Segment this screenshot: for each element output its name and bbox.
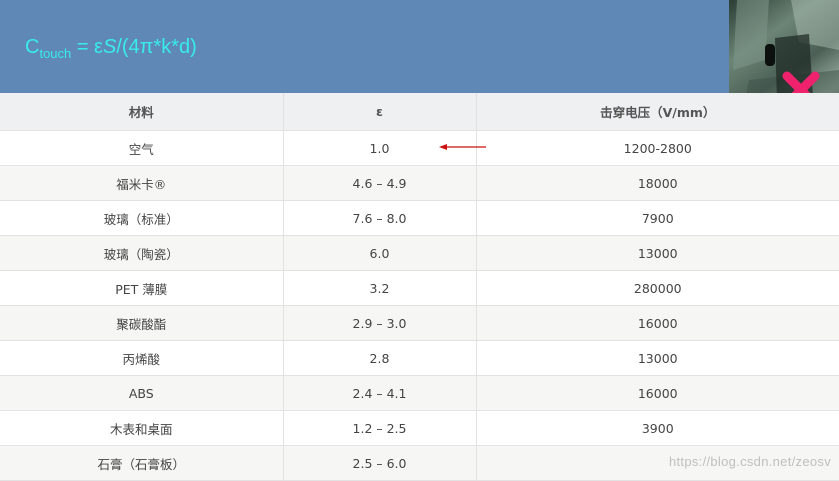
cell-material: 空气 <box>0 130 283 166</box>
table-row: ABS 2.4 – 4.1 16000 <box>0 375 839 411</box>
annotation-arrow-icon <box>439 144 486 150</box>
cell-epsilon: 2.8 <box>282 340 476 376</box>
cell-material: 石膏（石膏板） <box>0 445 283 481</box>
cell-breakdown: 3900 <box>475 410 839 446</box>
cell-breakdown: 18000 <box>475 165 839 201</box>
dielectric-table: 材料 ε 击穿电压（V/mm） 空气 1.0 1200-2800 福米卡® 4.… <box>0 93 839 481</box>
cell-epsilon: 7.6 – 8.0 <box>282 200 476 236</box>
capacitance-formula: Ctouch = εS/(4π*k*d) <box>25 34 197 60</box>
cell-epsilon: 1.2 – 2.5 <box>282 410 476 446</box>
cell-epsilon: 2.4 – 4.1 <box>282 375 476 411</box>
cell-breakdown: 7900 <box>475 200 839 236</box>
cell-breakdown: 1200-2800 <box>475 130 839 166</box>
table-row: 丙烯酸 2.8 13000 <box>0 340 839 376</box>
formula-subscript: touch <box>39 46 72 61</box>
cell-epsilon: 6.0 <box>282 235 476 271</box>
table-header-row: 材料 ε 击穿电压（V/mm） <box>0 93 839 131</box>
cell-material: 玻璃（陶瓷） <box>0 235 283 271</box>
cell-breakdown: 13000 <box>475 340 839 376</box>
cell-breakdown: 16000 <box>475 305 839 341</box>
table-row: 玻璃（陶瓷） 6.0 13000 <box>0 235 839 271</box>
cell-breakdown: 280000 <box>475 270 839 306</box>
cell-epsilon: 2.5 – 6.0 <box>282 445 476 481</box>
cell-material: 玻璃（标准） <box>0 200 283 236</box>
col-header-material: 材料 <box>0 93 283 131</box>
table-row: 木表和桌面 1.2 – 2.5 3900 <box>0 410 839 446</box>
formula-s: S <box>102 36 117 58</box>
formula-rest: /(4π*k*d) <box>116 36 197 58</box>
cell-material: ABS <box>0 375 283 411</box>
table-row: 空气 1.0 1200-2800 <box>0 130 839 166</box>
cell-material: 丙烯酸 <box>0 340 283 376</box>
watermark: https://blog.csdn.net/zeosv <box>668 454 831 469</box>
cell-breakdown: 16000 <box>475 375 839 411</box>
cell-material: PET 薄膜 <box>0 270 283 306</box>
formula-c: C <box>25 36 40 58</box>
cell-material: 聚碳酸酯 <box>0 305 283 341</box>
table-row: PET 薄膜 3.2 280000 <box>0 270 839 306</box>
col-header-epsilon: ε <box>282 93 476 131</box>
header-banner: Ctouch = εS/(4π*k*d) <box>0 0 839 93</box>
table-row: 福米卡® 4.6 – 4.9 18000 <box>0 165 839 201</box>
cell-breakdown: 13000 <box>475 235 839 271</box>
cell-epsilon: 4.6 – 4.9 <box>282 165 476 201</box>
table-row: 聚碳酸酯 2.9 – 3.0 16000 <box>0 305 839 341</box>
cell-material: 木表和桌面 <box>0 410 283 446</box>
table-row: 玻璃（标准） 7.6 – 8.0 7900 <box>0 200 839 236</box>
cell-material: 福米卡® <box>0 165 283 201</box>
formula-eq: = ε <box>71 36 103 58</box>
cell-epsilon: 3.2 <box>282 270 476 306</box>
cell-epsilon: 2.9 – 3.0 <box>282 305 476 341</box>
col-header-breakdown: 击穿电压（V/mm） <box>475 93 839 131</box>
